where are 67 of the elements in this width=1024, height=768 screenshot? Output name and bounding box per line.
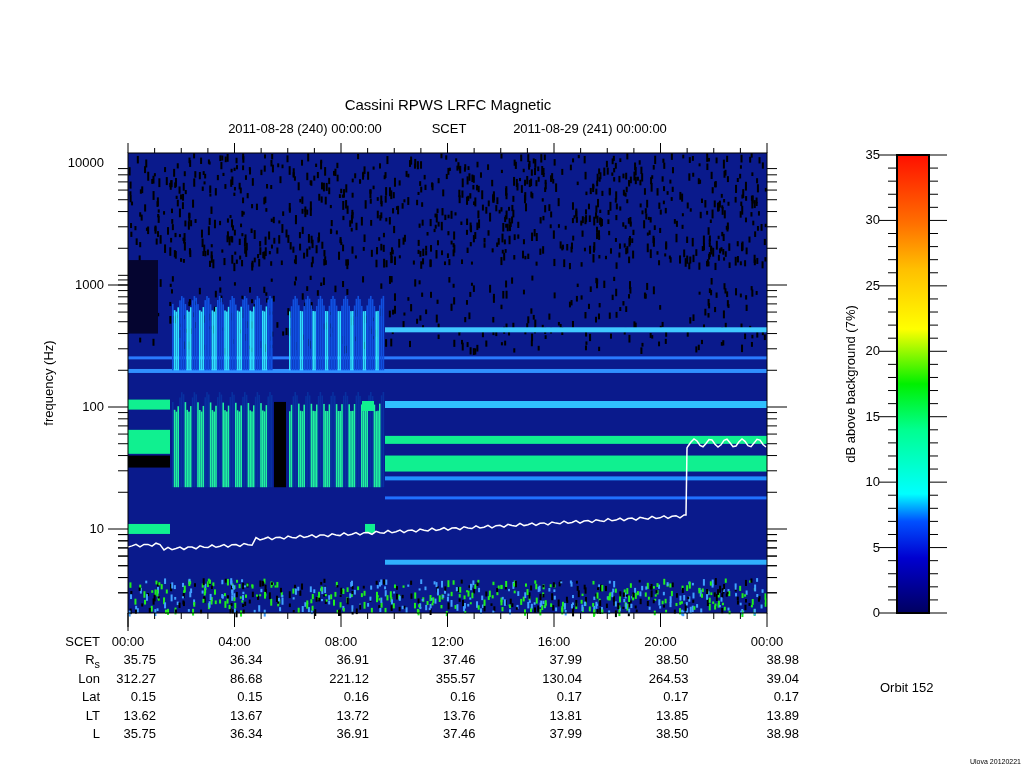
ephemeris-value: 86.68 bbox=[229, 670, 263, 686]
ephemeris-value: 13.62 bbox=[123, 707, 156, 723]
ephemeris-value: 37.99 bbox=[549, 726, 582, 741]
orbit-label: Orbit 152 bbox=[880, 680, 934, 695]
time-tick-label: 12:00 bbox=[431, 634, 464, 649]
time-tick-label: 20:00 bbox=[644, 634, 677, 649]
ephemeris-value: 39.04 bbox=[766, 670, 799, 686]
time-tick-label: 04:00 bbox=[218, 634, 251, 649]
ephemeris-row-label: SCET bbox=[65, 634, 100, 649]
ephemeris-value: 0.16 bbox=[343, 689, 369, 705]
end-time: 2011-08-29 (241) 00:00:00 bbox=[513, 121, 667, 136]
ephemeris-value: 264.53 bbox=[648, 670, 689, 686]
ephemeris-value: 35.75 bbox=[123, 726, 156, 741]
color-scale-label: dB above background (7%) bbox=[842, 305, 858, 463]
time-tick-label: 00:00 bbox=[111, 634, 145, 649]
ephemeris-row-label: L bbox=[92, 726, 100, 741]
ephemeris-value: 13.72 bbox=[336, 707, 369, 723]
time-system-label: SCET bbox=[431, 121, 467, 136]
ephemeris-value: 38.98 bbox=[766, 726, 799, 741]
ephemeris-value: 37.46 bbox=[442, 726, 476, 741]
ephemeris-row-label: Lat bbox=[81, 689, 100, 705]
ephemeris-row-label: R$_{s}$ bbox=[85, 652, 100, 672]
ephemeris-value: 13.76 bbox=[442, 707, 476, 723]
frequency-tick-label: 10 bbox=[89, 521, 104, 536]
ephemeris-value: 38.50 bbox=[655, 652, 689, 668]
ephemeris-value: 38.50 bbox=[655, 726, 689, 741]
plot-title: Cassini RPWS LRFC Magnetic bbox=[344, 97, 552, 112]
ephemeris-row-label: LT bbox=[85, 707, 100, 723]
ephemeris-value: 13.67 bbox=[229, 707, 263, 723]
ephemeris-value: 36.34 bbox=[229, 726, 263, 741]
frequency-tick-label: 10000 bbox=[67, 155, 104, 170]
ephemeris-value: 37.99 bbox=[549, 652, 582, 668]
start-time: 2011-08-28 (240) 00:00:00 bbox=[228, 121, 382, 136]
ephemeris-value: 0.17 bbox=[773, 689, 799, 705]
ephemeris-value: 355.57 bbox=[435, 670, 476, 686]
ephemeris-value: 38.98 bbox=[766, 652, 799, 668]
color-scale-tick-label: 30 bbox=[865, 212, 880, 228]
ephemeris-value: 36.34 bbox=[229, 652, 263, 668]
ephemeris-value: 130.04 bbox=[542, 670, 582, 686]
color-scale-tick-label: 5 bbox=[872, 539, 880, 555]
frequency-tick-label: 100 bbox=[82, 399, 104, 414]
color-scale-tick-label: 0 bbox=[872, 605, 880, 620]
time-tick-label: 08:00 bbox=[324, 634, 358, 649]
ephemeris-value: 37.46 bbox=[442, 652, 476, 668]
frequency-axis-label: frequency (Hz) bbox=[40, 340, 56, 426]
ephemeris-value: 221.12 bbox=[329, 670, 369, 686]
color-scale-tick-label: 10 bbox=[865, 474, 880, 490]
ephemeris-value: 0.15 bbox=[130, 689, 156, 705]
ephemeris-value: 35.75 bbox=[123, 652, 156, 668]
ephemeris-value: 0.16 bbox=[450, 689, 476, 705]
ephemeris-value: 13.85 bbox=[655, 707, 689, 723]
frequency-tick-label: 1000 bbox=[75, 277, 104, 292]
ephemeris-value: 0.17 bbox=[663, 689, 689, 705]
color-scale-tick-label: 25 bbox=[865, 277, 880, 293]
time-tick-label: 00:00 bbox=[750, 634, 784, 649]
ephemeris-value: 13.89 bbox=[766, 707, 799, 723]
ephemeris-value: 0.17 bbox=[556, 689, 582, 705]
ephemeris-value: 36.91 bbox=[336, 726, 369, 741]
ephemeris-value: 0.15 bbox=[237, 689, 263, 705]
color-scale-tick-label: 35 bbox=[865, 147, 880, 162]
time-tick-label: 16:00 bbox=[537, 634, 571, 649]
ephemeris-value: 312.27 bbox=[116, 670, 156, 686]
ephemeris-value: 36.91 bbox=[336, 652, 369, 668]
ephemeris-value: 13.81 bbox=[549, 707, 582, 723]
color-scale-tick-label: 15 bbox=[865, 408, 880, 424]
ephemeris-row-label: Lon bbox=[78, 670, 100, 686]
color-scale-tick-label: 20 bbox=[865, 343, 880, 359]
